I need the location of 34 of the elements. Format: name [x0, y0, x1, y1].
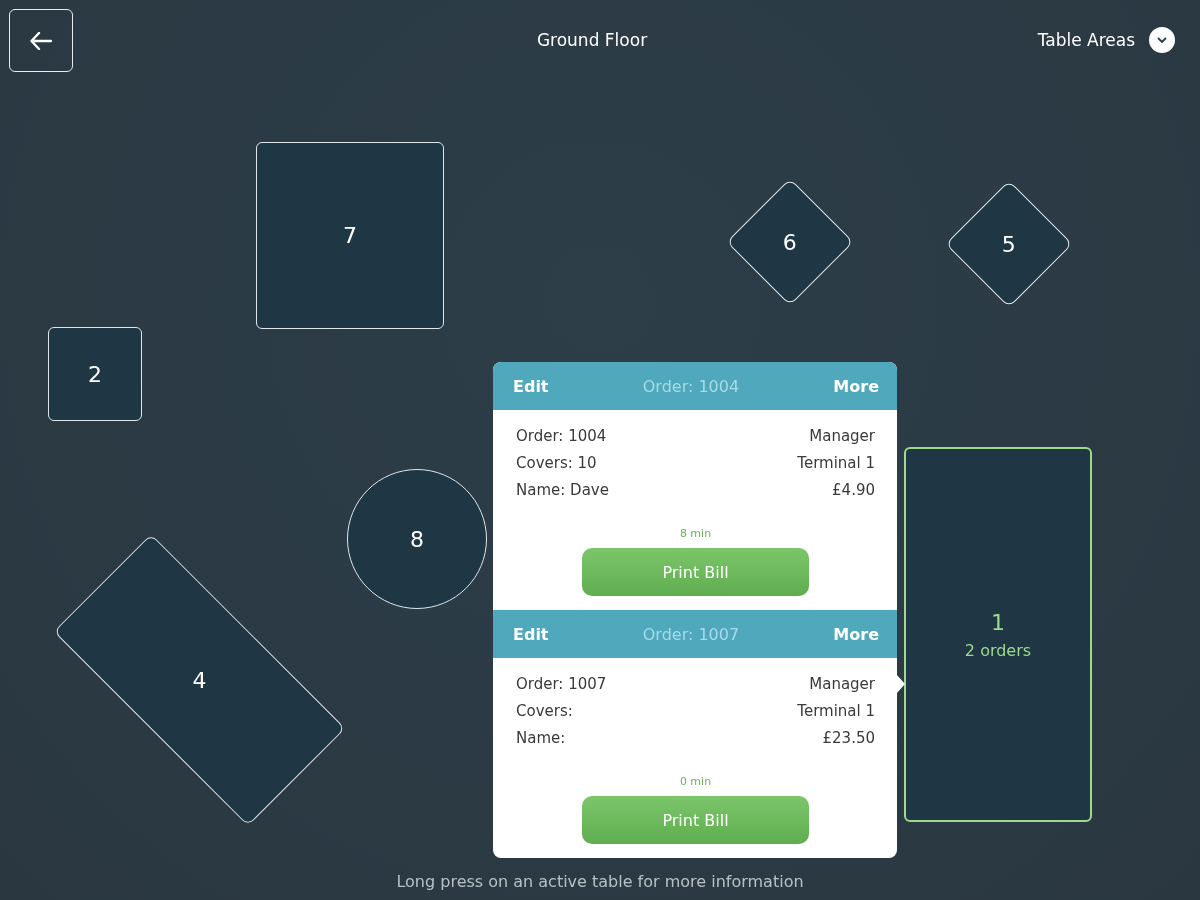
order-detail: Terminal 1 [797, 453, 875, 474]
order-detail: Terminal 1 [797, 701, 875, 722]
order-title: Order: 1007 [642, 624, 740, 644]
order-detail: £23.50 [822, 728, 875, 749]
order-detail: £4.90 [832, 480, 875, 501]
order-detail: Covers: [516, 701, 574, 722]
table-areas-dropdown[interactable]: Table Areas [1037, 27, 1175, 53]
order-detail: Order: 1004 [516, 426, 608, 447]
floor-table[interactable]: 1 2 orders [904, 447, 1092, 822]
floor-table[interactable]: 7 [256, 142, 444, 329]
floor-title: Ground Floor [536, 29, 648, 50]
order-detail: Name: Dave [516, 480, 609, 501]
order-detail: Covers: 10 [516, 453, 598, 474]
order-detail: Order: 1007 [516, 674, 607, 695]
chevron-down-icon [1149, 27, 1175, 53]
table-number: 8 [410, 526, 424, 552]
table-number: 7 [343, 223, 357, 248]
elapsed-time: 8 min [679, 527, 712, 540]
hint-text: Long press on an active table for more information [395, 872, 805, 891]
order-detail: Name: [516, 728, 567, 749]
table-number: 2 [88, 361, 102, 387]
floor-table[interactable]: 2 [48, 327, 142, 421]
table-number: 6 [783, 229, 797, 255]
table-number: 4 [192, 667, 207, 693]
table-number: 1 [991, 609, 1005, 635]
back-arrow-icon [30, 31, 52, 50]
floor-table[interactable]: 8 [347, 469, 487, 609]
table-number: 5 [1002, 231, 1016, 257]
order-detail: Manager [809, 426, 875, 447]
order-title: Order: 1004 [642, 376, 740, 396]
back-button[interactable] [9, 9, 73, 72]
order-detail: Manager [809, 674, 875, 695]
order-count: 2 orders [964, 640, 1032, 660]
elapsed-time: 0 min [679, 775, 712, 788]
